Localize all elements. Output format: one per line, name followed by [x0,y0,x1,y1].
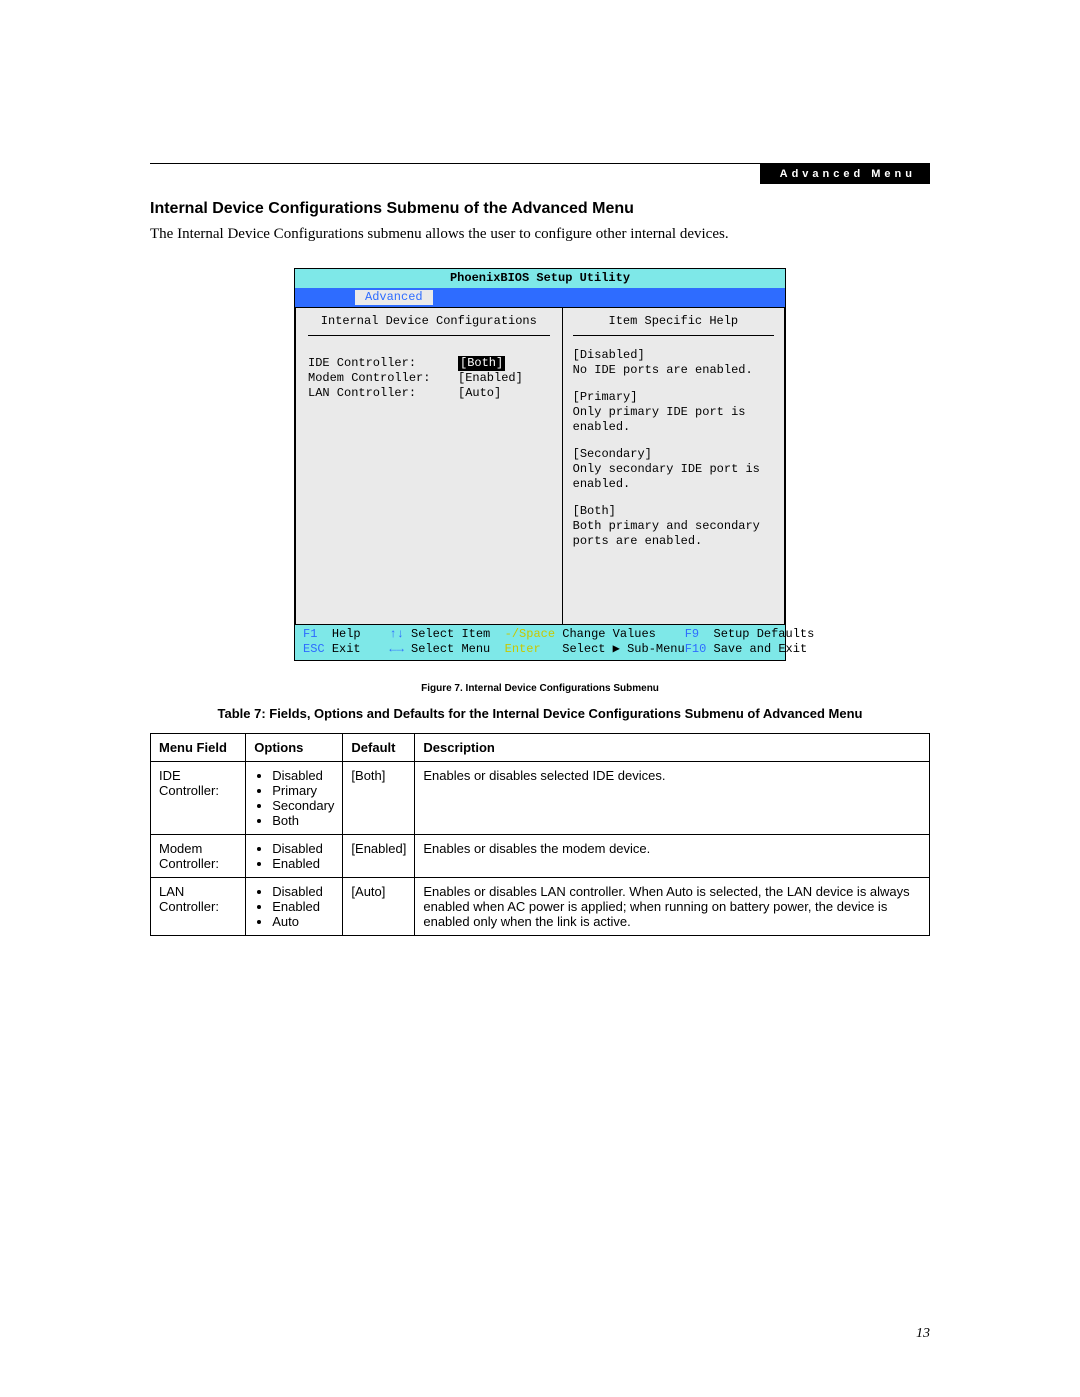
page-number: 13 [916,1326,930,1342]
bios-field-row: Modem Controller:[Enabled] [308,371,550,386]
bios-help-block: [Secondary]Only secondary IDE port is en… [573,447,774,492]
cell-options: DisabledEnabledAuto [246,878,343,936]
option-item: Disabled [272,768,334,783]
table-row: LAN Controller:DisabledEnabledAuto[Auto]… [151,878,930,936]
intro-paragraph: The Internal Device Configurations subme… [150,226,930,243]
bios-main: Internal Device Configurations IDE Contr… [295,307,785,625]
cell-default: [Enabled] [343,835,415,878]
bios-field-value: [Enabled] [458,371,523,386]
page: Advanced Menu Internal Device Configurat… [0,0,1080,1397]
bios-screenshot: PhoenixBIOS Setup Utility Advanced Inter… [294,268,786,661]
bios-field-label: LAN Controller: [308,386,458,401]
bios-help-title: Item Specific Help [573,314,774,336]
bios-help-block: [Primary]Only primary IDE port is enable… [573,390,774,435]
option-item: Both [272,813,334,828]
cell-description: Enables or disables selected IDE devices… [415,762,930,835]
table-header: Default [343,734,415,762]
option-item: Disabled [272,841,334,856]
table-row: Modem Controller:DisabledEnabled[Enabled… [151,835,930,878]
table-header: Description [415,734,930,762]
cell-description: Enables or disables the modem device. [415,835,930,878]
bios-field-label: Modem Controller: [308,371,458,386]
page-heading: Internal Device Configurations Submenu o… [150,200,930,218]
bios-field-value: [Auto] [458,386,501,401]
figure-caption: Figure 7. Internal Device Configurations… [150,683,930,694]
table-header: Options [246,734,343,762]
bios-field-value: [Both] [458,356,505,371]
bios-tabbar: Advanced [295,288,785,307]
bios-title: PhoenixBIOS Setup Utility [295,269,785,288]
bios-left-panel: Internal Device Configurations IDE Contr… [296,308,563,624]
table-row: IDE Controller:DisabledPrimarySecondaryB… [151,762,930,835]
cell-menu-field: LAN Controller: [151,878,246,936]
option-item: Disabled [272,884,334,899]
bios-panel-title: Internal Device Configurations [308,314,550,336]
option-item: Secondary [272,798,334,813]
table-caption: Table 7: Fields, Options and Defaults fo… [150,706,930,721]
cell-options: DisabledPrimarySecondaryBoth [246,762,343,835]
cell-default: [Both] [343,762,415,835]
cell-default: [Auto] [343,878,415,936]
bios-field-row: IDE Controller:[Both] [308,356,550,371]
cell-menu-field: Modem Controller: [151,835,246,878]
options-table: Menu FieldOptionsDefaultDescription IDE … [150,733,930,936]
bios-help-block: [Disabled]No IDE ports are enabled. [573,348,774,378]
table-header: Menu Field [151,734,246,762]
section-tag: Advanced Menu [760,164,930,184]
cell-description: Enables or disables LAN controller. When… [415,878,930,936]
bios-tab-advanced: Advanced [355,290,433,305]
option-item: Auto [272,914,334,929]
bios-field-row: LAN Controller:[Auto] [308,386,550,401]
bios-help-block: [Both]Both primary and secondary ports a… [573,504,774,549]
bios-help-panel: Item Specific Help [Disabled]No IDE port… [563,308,784,624]
option-item: Enabled [272,856,334,871]
option-item: Enabled [272,899,334,914]
cell-options: DisabledEnabled [246,835,343,878]
bios-footer: F1 Help ↑↓ Select Item -/Space Change Va… [295,625,785,660]
cell-menu-field: IDE Controller: [151,762,246,835]
option-item: Primary [272,783,334,798]
bios-field-label: IDE Controller: [308,356,458,371]
